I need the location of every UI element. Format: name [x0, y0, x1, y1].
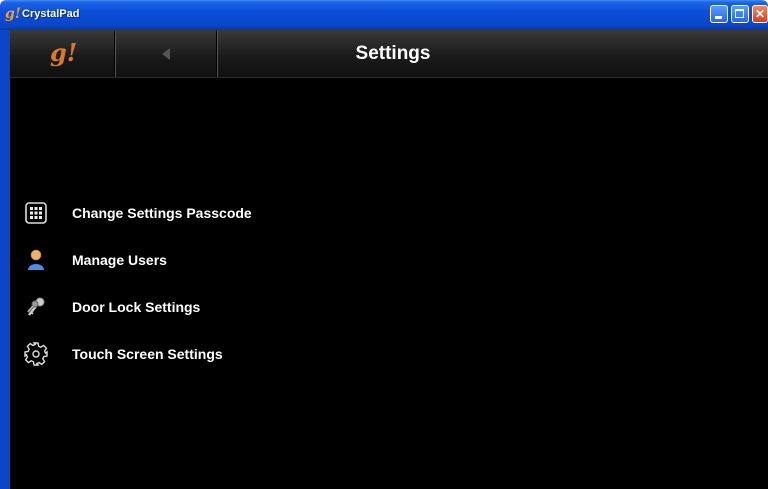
maximize-button[interactable] [731, 5, 749, 23]
back-arrow-icon [162, 48, 170, 60]
user-icon [24, 248, 48, 272]
menu-item-label: Door Lock Settings [72, 299, 201, 315]
close-icon: ✕ [754, 7, 766, 21]
close-button[interactable]: ✕ [752, 5, 768, 23]
logo: g! [50, 38, 78, 67]
keypad-icon [24, 201, 48, 225]
back-button[interactable] [116, 30, 217, 77]
menu-item-label: Change Settings Passcode [72, 205, 252, 221]
app-content: g! Settings Change Settings Passcode Man… [10, 30, 768, 489]
app-header: g! Settings [10, 30, 768, 78]
app-icon: g! [5, 6, 21, 22]
menu-item-change-settings-passcode[interactable]: Change Settings Passcode [10, 193, 570, 233]
menu-item-door-lock-settings[interactable]: Door Lock Settings [10, 287, 570, 327]
minimize-icon [715, 16, 722, 19]
menu-item-label: Manage Users [72, 252, 167, 268]
page-title: Settings [355, 43, 431, 64]
maximize-icon [735, 9, 744, 18]
minimize-button[interactable] [710, 5, 728, 23]
window-title: CrystalPad [22, 8, 80, 20]
window-frame: g! Settings Change Settings Passcode Man… [0, 30, 768, 489]
menu-item-manage-users[interactable]: Manage Users [10, 240, 570, 280]
gear-icon [24, 342, 48, 366]
window-titlebar[interactable]: g! CrystalPad ✕ [0, 0, 768, 30]
menu-item-touch-screen-settings[interactable]: Touch Screen Settings [10, 334, 570, 374]
home-logo-button[interactable]: g! [10, 30, 115, 77]
keys-icon [24, 295, 48, 319]
menu-item-label: Touch Screen Settings [72, 346, 223, 362]
